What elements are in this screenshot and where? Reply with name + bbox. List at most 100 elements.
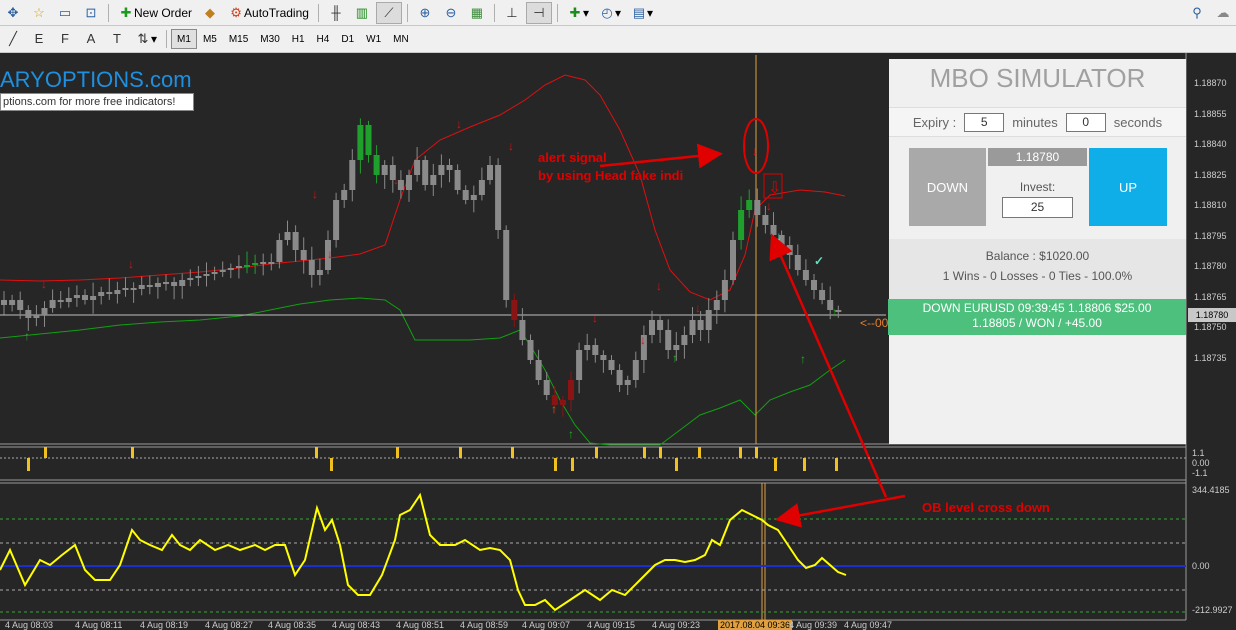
toolbar-divider: [556, 3, 558, 22]
price-axis-label: 1.18750: [1194, 322, 1227, 332]
candle-body: [57, 300, 64, 302]
time-axis-label: 2017.08.04 09:36: [718, 620, 793, 630]
candle-body: [90, 296, 97, 300]
signal-axis-zero: 0.00: [1192, 458, 1210, 468]
sell-arrow-icon: ↓: [766, 199, 772, 213]
candle-body: [600, 355, 607, 360]
meta-editor-icon[interactable]: ◆: [198, 2, 222, 24]
autoscroll-icon[interactable]: ⊣: [525, 1, 552, 24]
chat-icon[interactable]: ☁: [1211, 2, 1235, 24]
favorites-icon[interactable]: ☆: [27, 2, 51, 24]
fibo-fan-icon[interactable]: F: [53, 28, 77, 50]
new-order-label: New Order: [134, 5, 193, 20]
candle-body: [632, 360, 639, 380]
candle-body: [300, 250, 307, 260]
signal-tick-down: [554, 458, 557, 471]
candle-body: [227, 268, 234, 270]
down-button[interactable]: DOWN: [909, 148, 986, 226]
price-axis-label: 1.18855: [1194, 108, 1227, 119]
brand-subtitle[interactable]: ptions.com for more free indicators!: [0, 93, 194, 111]
timeframe-m30[interactable]: M30: [254, 29, 285, 49]
candlestick-icon[interactable]: ▥: [350, 2, 374, 24]
timeframe-h4[interactable]: H4: [311, 29, 336, 49]
sell-arrow-icon: ↓: [508, 139, 514, 153]
timeframe-w1[interactable]: W1: [360, 29, 387, 49]
candle-body: [130, 288, 137, 290]
timeframe-m1[interactable]: M1: [171, 29, 197, 49]
arrows-tool-icon[interactable]: ⇅ ▾: [131, 28, 161, 50]
candle-body: [487, 165, 493, 180]
candle-body: [9, 300, 16, 305]
text-tool-icon[interactable]: A: [79, 28, 103, 50]
candle-body: [179, 280, 186, 286]
candle-body: [406, 175, 412, 190]
candle-body: [341, 190, 348, 200]
expiry-minutes-input[interactable]: 5: [964, 112, 1005, 132]
candle-body: [608, 360, 615, 370]
candle-body: [219, 270, 226, 272]
osc-axis-bottom: -212.9927: [1192, 605, 1233, 615]
price-axis-label: 1.18825: [1194, 169, 1227, 180]
signal-tick-up: [595, 447, 598, 458]
price-axis: 1.18870 1.18855 1.18840 1.18825 1.18810 1.187…: [1188, 53, 1236, 630]
candle-body: [33, 315, 40, 318]
expiry-row: Expiry : 5 minutes 0 seconds: [889, 107, 1186, 137]
new-order-button[interactable]: ✚ New Order: [114, 2, 196, 24]
signal-tick-down: [803, 458, 806, 471]
line-tool-icon[interactable]: ╱: [1, 28, 25, 50]
timeframe-m5[interactable]: M5: [197, 29, 223, 49]
signal-tick-down: [571, 458, 574, 471]
signal-tick-up: [44, 447, 47, 458]
expiry-seconds-input[interactable]: 0: [1065, 112, 1106, 132]
sell-arrow-icon: ↓: [695, 301, 701, 315]
signal-axis: 1.1 0.00 -1.1: [1192, 448, 1210, 478]
periods-icon[interactable]: ◴ ▾: [595, 2, 625, 24]
signal-strip: [0, 447, 1186, 471]
tile-windows-icon[interactable]: ▦: [465, 2, 489, 24]
candle-body: [802, 270, 809, 280]
new-order-icon: ✚: [120, 4, 132, 20]
candle-body: [114, 290, 121, 294]
signal-tick-up: [659, 447, 662, 458]
indicators-icon[interactable]: ✚ ▾: [563, 2, 593, 24]
candle-body: [649, 320, 655, 335]
chart-window[interactable]: ↓ ↓ ↓ ↓ ↓ ↓ ↓ ↓ ↓ ↓ ↓ ↓ ↓ ↑ ↑ ↑ ↑ ↑ ↑ ↓ ✓ ARYOPTIONS.com pti…: [0, 53, 1236, 630]
alert-line-2: by using Head fake indi: [538, 168, 684, 183]
autotrading-button[interactable]: ⚙ AutoTrading: [224, 2, 313, 24]
candle-body: [786, 245, 793, 255]
seconds-label: seconds: [1113, 114, 1163, 130]
sell-arrow-icon: ↓: [393, 173, 399, 187]
timeframe-h1[interactable]: H1: [286, 29, 311, 49]
bar-chart-icon[interactable]: ╫: [324, 2, 348, 24]
candle-body: [414, 160, 421, 175]
text-label-icon[interactable]: T: [105, 28, 129, 50]
time-axis-label: 4 Aug 08:43: [332, 620, 381, 630]
line-chart-icon[interactable]: ⟋: [375, 1, 402, 24]
osc-axis-zero: 0.00: [1192, 561, 1210, 571]
templates-icon[interactable]: ▤ ▾: [627, 2, 657, 24]
timeframe-mn[interactable]: MN: [387, 29, 415, 49]
result-line-1: DOWN EURUSD 09:39:45 1.18806 $25.00: [922, 301, 1152, 315]
candle-body: [154, 283, 161, 287]
candle-body: [171, 282, 178, 286]
timeframe-d1[interactable]: D1: [335, 29, 360, 49]
sell-arrow-icon: ↓: [592, 311, 598, 325]
search-icon[interactable]: ⚲: [1185, 2, 1209, 24]
window-icon[interactable]: ▭: [53, 2, 77, 24]
candle-body: [268, 262, 275, 264]
crosshair-tool-icon[interactable]: ✥: [1, 2, 25, 24]
timeframe-m15[interactable]: M15: [223, 29, 254, 49]
up-button[interactable]: UP: [1089, 148, 1167, 226]
candle-body: [284, 232, 291, 240]
invest-input[interactable]: 25: [1002, 197, 1073, 218]
candle-body: [576, 350, 583, 380]
fibonacci-tool-icon[interactable]: E: [27, 28, 51, 50]
chart-shift-icon[interactable]: ⊥: [500, 2, 524, 24]
zoom-out-icon[interactable]: ⊖: [439, 2, 463, 24]
time-axis-label: 4 Aug 08:11: [75, 620, 123, 630]
search-chart-icon[interactable]: ⊡: [79, 2, 103, 24]
brand-text: ARYOPTIONS.com: [0, 67, 192, 92]
result-line-2: 1.18805 / WON / +45.00: [972, 316, 1102, 330]
time-axis-label: 4 Aug 09:47: [844, 620, 893, 630]
zoom-in-icon[interactable]: ⊕: [413, 2, 437, 24]
